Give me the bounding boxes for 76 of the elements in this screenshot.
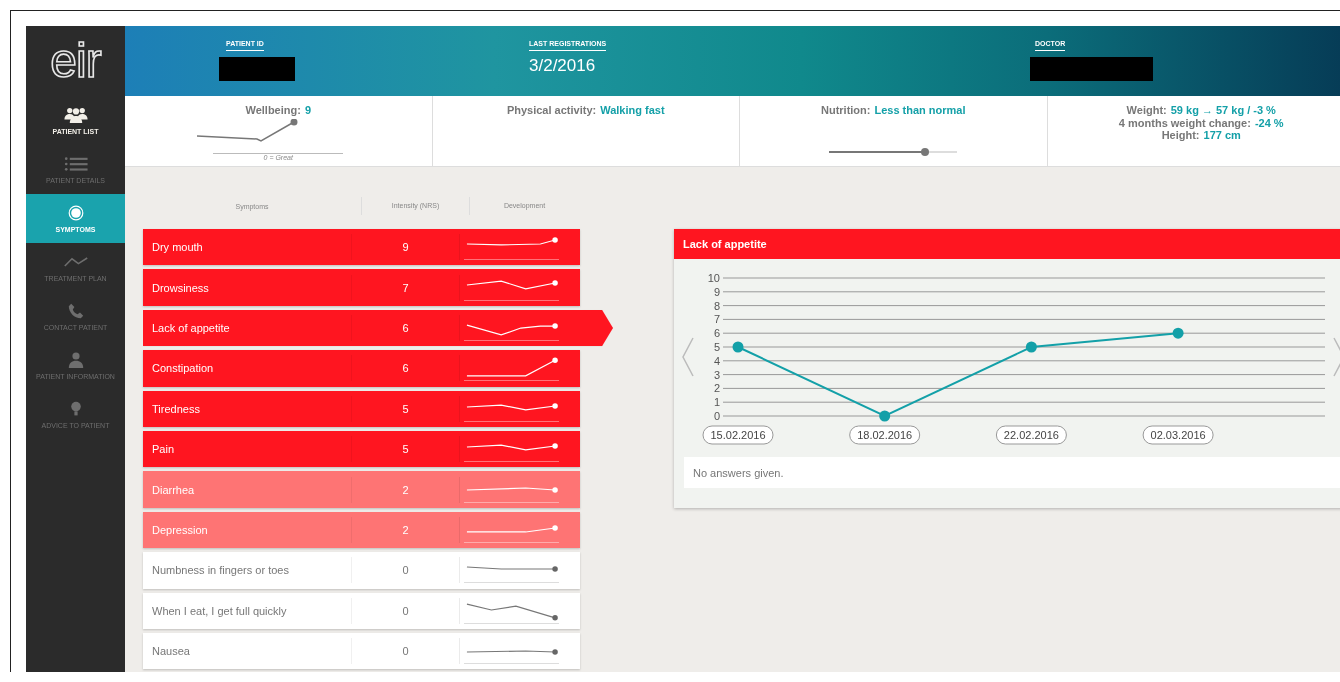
axis-label: 2 [713, 382, 720, 395]
symptom-row[interactable]: Depression 2 [143, 511, 580, 549]
slider[interactable] [829, 150, 958, 153]
stat-label: Wellbeing: [245, 104, 301, 116]
stat-value: Less than normal [874, 104, 966, 116]
date-label: 18.02.2016 [849, 425, 921, 445]
intensity-value: 6 [351, 314, 459, 341]
intensity-value: 9 [351, 234, 459, 261]
x-tick-label: 15.02.2016 [710, 429, 766, 441]
axis-label: 1 [713, 396, 720, 409]
symptom-row[interactable]: Lack of appetite 6 [143, 309, 613, 347]
symptom-name: Lack of appetite [151, 321, 231, 334]
stat-label: Weight: [1126, 104, 1167, 116]
stat-value: 59 kg → 57 kg / -3 % [1170, 104, 1276, 116]
data-point [1025, 341, 1037, 353]
date-label: 15.02.2016 [702, 425, 774, 445]
stat-value: -24 % [1254, 116, 1284, 129]
intensity-value: 5 [351, 436, 459, 463]
axis-label: 4 [713, 354, 720, 367]
intensity-value: 7 [351, 274, 459, 301]
stat-value: 177 cm [1203, 129, 1241, 141]
intensity-value: 0 [351, 557, 459, 584]
symptom-row[interactable]: Tiredness 5 [143, 390, 580, 427]
x-tick-label: 22.02.2016 [1003, 429, 1059, 441]
axis-label: 3 [713, 368, 720, 381]
date-label: 22.02.2016 [995, 425, 1067, 445]
symptom-row[interactable]: Nausea 0 [143, 632, 580, 670]
data-point [1172, 327, 1184, 339]
axis-label: 0 [713, 410, 720, 422]
x-tick-label: 02.03.2016 [1150, 429, 1206, 441]
stat-label: Height: [1161, 129, 1200, 141]
symptom-name: Drowsiness [151, 281, 210, 294]
axis-label: 6 [713, 327, 720, 340]
symptom-row[interactable]: When I eat, I get full quickly 0 [143, 592, 580, 629]
intensity-value: 6 [351, 355, 459, 382]
intensity-value: 0 [351, 638, 459, 665]
logo: eir [50, 37, 101, 85]
stat-value: Walking fast [600, 104, 665, 116]
symptom-name: Depression [151, 523, 209, 536]
previous-arrow[interactable] [682, 337, 694, 377]
stat-value: 9 [304, 104, 311, 116]
symptom-name: Nausea [151, 645, 191, 658]
registration-date: 3/2/2016 [529, 56, 597, 76]
intensity-value: 2 [351, 516, 459, 543]
stat-label: Physical activity: [506, 104, 597, 116]
symptom-name: Tiredness [151, 402, 201, 415]
people-icon [63, 106, 88, 123]
symptom-name: Constipation [151, 362, 215, 375]
intensity-value: 5 [351, 395, 459, 422]
axis-label: 8 [713, 299, 720, 312]
symptom-row[interactable]: Pain 5 [143, 430, 580, 468]
date-label: 02.03.2016 [1142, 425, 1214, 445]
symptom-row[interactable]: Drowsiness 7 [143, 269, 580, 306]
data-point [879, 410, 891, 422]
symptom-name: Diarrhea [151, 483, 196, 496]
intensity-value: 2 [351, 476, 459, 503]
symptom-row[interactable]: Dry mouth 9 [143, 229, 580, 266]
axis-label: 10 [707, 272, 720, 284]
symptom-name: Dry mouth [151, 241, 204, 254]
x-tick-label: 18.02.2016 [857, 429, 913, 441]
symptom-name: Pain [151, 443, 176, 456]
symptom-row[interactable]: Numbness in fingers or toes 0 [143, 552, 580, 589]
stat-label: Nutrition: [820, 104, 871, 116]
axis-label: 9 [713, 285, 720, 298]
symptom-name: Numbness in fingers or toes [151, 564, 290, 577]
stat-label: 4 months weight change: [1118, 116, 1251, 129]
symptom-row[interactable]: Diarrhea 2 [143, 471, 580, 508]
intensity-value: 0 [351, 597, 459, 624]
axis-label: 5 [713, 341, 720, 353]
list-icon [63, 155, 88, 172]
symptom-row[interactable]: Constipation 6 [143, 350, 580, 387]
data-point [732, 341, 744, 353]
axis-label: 7 [713, 313, 720, 326]
answers-text: No answers given. [693, 466, 784, 479]
panel-title: Lack of appetite [674, 229, 1340, 259]
symptom-name: When I eat, I get full quickly [151, 604, 288, 617]
